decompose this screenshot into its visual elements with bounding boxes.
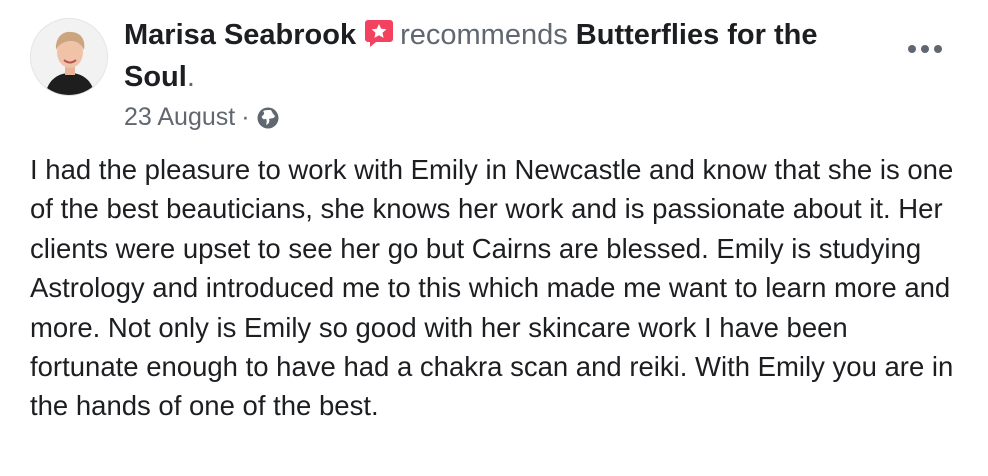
more-options-icon-dot [908,45,916,53]
globe-icon[interactable] [256,105,280,129]
profile-avatar[interactable] [30,18,108,96]
more-options-icon-dot [921,45,929,53]
post-text: I had the pleasure to work with Emily in… [30,154,954,422]
recommends-text: recommends [400,19,568,51]
post-date-link[interactable]: 23 August [124,100,235,134]
header-period: . [186,61,195,93]
more-options-button[interactable] [905,34,945,64]
avatar-image [31,19,107,95]
post-header: Marisa Seabrook recommends Butterflies fo… [124,14,884,98]
more-options-icon-dot [934,45,942,53]
post-meta: 23 August · [124,100,280,134]
author-name-link[interactable]: Marisa Seabrook [124,19,356,51]
meta-separator: · [241,103,250,131]
recommend-star-icon [364,18,394,48]
